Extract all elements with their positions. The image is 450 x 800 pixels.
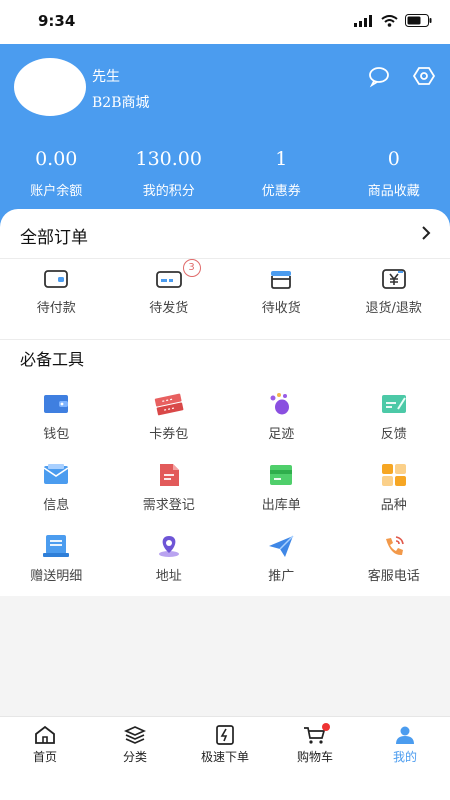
wallet-icon <box>44 395 69 413</box>
user-name: 先生 <box>92 69 120 85</box>
tool-label: 卡券包 <box>149 427 189 442</box>
tab-label: 我的 <box>392 750 417 764</box>
settings-icon[interactable] <box>412 64 436 88</box>
gift-detail-icon <box>43 535 70 557</box>
layers-icon <box>124 726 146 744</box>
bottom-tab-bar: 首页 分类 极速下单 购物车 我的 <box>0 716 450 770</box>
stat-label: 商品收藏 <box>367 184 420 199</box>
footprint-icon <box>270 393 290 415</box>
category-icon <box>381 464 406 486</box>
stat-favorites[interactable]: 0 商品收藏 <box>338 148 450 199</box>
tab-quick-order[interactable]: 极速下单 <box>180 717 270 770</box>
profile-header: 先生 B2B商城 0.00 账户余额 130.00 我的积分 1 优惠券 0 商… <box>0 44 450 234</box>
user-subtitle: B2B商城 <box>92 95 150 111</box>
package-icon <box>271 271 292 289</box>
coupon-icon <box>154 393 184 416</box>
status-bar: 9:34 <box>0 0 450 44</box>
tab-mine[interactable]: 我的 <box>360 717 450 770</box>
tool-footprint[interactable]: 足迹 <box>225 392 338 463</box>
order-label: 退货/退款 <box>365 301 422 316</box>
tool-customer-service[interactable]: 客服电话 <box>338 534 450 605</box>
tool-feedback[interactable]: 反馈 <box>338 392 450 463</box>
location-icon <box>158 536 179 557</box>
status-time: 9:34 <box>38 12 76 30</box>
order-label: 待发货 <box>149 301 189 316</box>
feedback-icon <box>381 395 406 413</box>
user-icon <box>396 726 414 744</box>
truck-icon <box>155 271 182 288</box>
message-icon <box>43 464 69 484</box>
orders-title: 全部订单 <box>20 228 88 248</box>
outbound-icon <box>270 465 293 485</box>
wifi-icon <box>381 14 398 27</box>
tool-label: 客服电话 <box>367 569 420 584</box>
stat-label: 优惠券 <box>261 184 301 199</box>
refund-icon <box>381 269 406 289</box>
tool-label: 推广 <box>268 569 295 584</box>
order-label: 待收货 <box>261 301 301 316</box>
tool-gift-details[interactable]: 赠送明细 <box>0 534 113 605</box>
tool-varieties[interactable]: 品种 <box>338 463 450 534</box>
tool-label: 反馈 <box>380 427 407 442</box>
phone-icon <box>385 536 404 556</box>
order-pending-payment[interactable]: 待付款 <box>0 267 113 316</box>
divider <box>0 339 450 340</box>
stats-row: 0.00 账户余额 130.00 我的积分 1 优惠券 0 商品收藏 <box>0 148 450 199</box>
tab-label: 购物车 <box>296 750 333 764</box>
tool-label: 信息 <box>43 498 70 513</box>
chat-icon[interactable] <box>367 64 391 88</box>
stat-value: 1 <box>275 148 288 170</box>
tool-wallet[interactable]: 钱包 <box>0 392 113 463</box>
order-pending-shipment[interactable]: 3 待发货 <box>113 259 226 316</box>
tool-promote[interactable]: 推广 <box>225 534 338 605</box>
stat-balance[interactable]: 0.00 账户余额 <box>0 148 113 199</box>
stat-label: 我的积分 <box>142 184 195 199</box>
home-icon <box>35 725 55 744</box>
stat-value: 130.00 <box>135 148 202 170</box>
send-icon <box>269 535 294 557</box>
main-card: 全部订单 待付款 3 待发货 待收货 退货/退款 必备工具 钱包 卡券包 足迹 … <box>0 209 450 596</box>
tool-requirements[interactable]: 需求登记 <box>113 463 226 534</box>
battery-icon <box>405 14 432 27</box>
tab-label: 极速下单 <box>200 750 249 764</box>
stat-value: 0.00 <box>35 148 78 170</box>
tab-label: 分类 <box>122 750 147 764</box>
tool-label: 出库单 <box>261 498 301 513</box>
all-orders-row[interactable]: 全部订单 <box>0 209 450 259</box>
tool-label: 足迹 <box>268 427 295 442</box>
order-refund[interactable]: 退货/退款 <box>338 267 450 316</box>
tab-label: 首页 <box>32 750 57 764</box>
order-count-badge: 3 <box>182 259 201 277</box>
chevron-right-icon <box>422 226 431 240</box>
tab-category[interactable]: 分类 <box>90 717 180 770</box>
avatar[interactable] <box>14 58 86 116</box>
tab-cart[interactable]: 购物车 <box>270 717 360 770</box>
tools-grid: 钱包 卡券包 足迹 反馈 信息 需求登记 出库单 品种 赠送明细 地址 推广 客… <box>0 392 450 605</box>
stat-points[interactable]: 130.00 我的积分 <box>113 148 226 199</box>
stat-value: 0 <box>387 148 400 170</box>
home-indicator-area <box>0 770 450 800</box>
tool-coupons[interactable]: 卡券包 <box>113 392 226 463</box>
wallet-icon <box>44 270 69 288</box>
stat-label: 账户余额 <box>30 184 83 199</box>
quick-order-icon <box>216 725 234 745</box>
tool-messages[interactable]: 信息 <box>0 463 113 534</box>
tools-title: 必备工具 <box>20 350 85 369</box>
status-icons <box>354 14 432 27</box>
tool-outbound[interactable]: 出库单 <box>225 463 338 534</box>
order-status-row: 待付款 3 待发货 待收货 退货/退款 <box>0 259 450 316</box>
tool-label: 钱包 <box>43 427 70 442</box>
tool-label: 品种 <box>380 498 407 513</box>
tool-address[interactable]: 地址 <box>113 534 226 605</box>
tool-label: 地址 <box>155 569 182 584</box>
signal-icon <box>354 14 372 27</box>
document-icon <box>159 464 179 486</box>
order-label: 待付款 <box>36 301 76 316</box>
cart-dot <box>322 723 330 731</box>
tab-home[interactable]: 首页 <box>0 717 90 770</box>
tool-label: 赠送明细 <box>30 569 83 584</box>
order-pending-receipt[interactable]: 待收货 <box>225 267 338 316</box>
stat-coupons[interactable]: 1 优惠券 <box>225 148 338 199</box>
tool-label: 需求登记 <box>142 498 195 513</box>
